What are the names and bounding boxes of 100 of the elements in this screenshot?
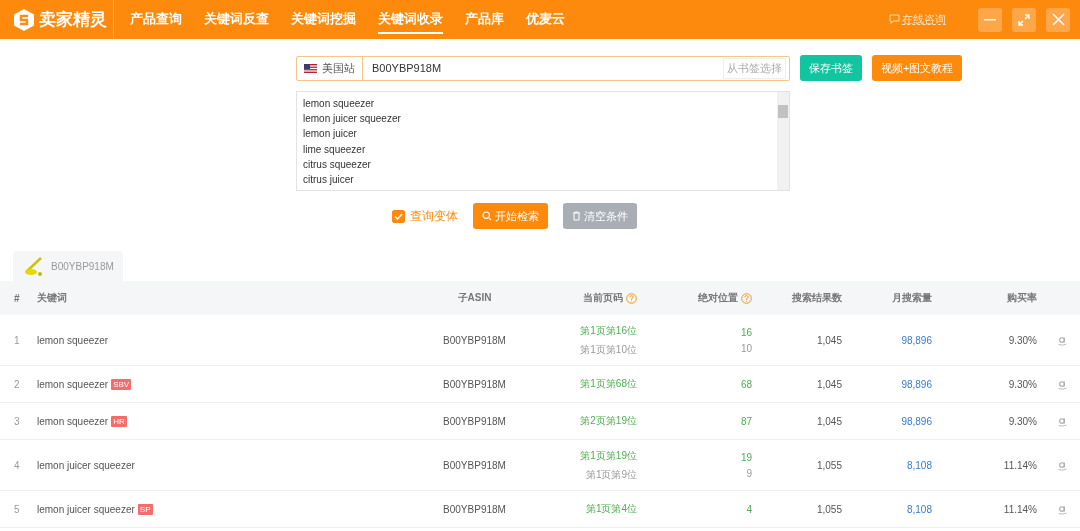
purchase-rate-cell: 9.30% bbox=[1008, 334, 1037, 346]
minimize-icon bbox=[984, 18, 996, 21]
ad-type-tag: SBV bbox=[111, 378, 132, 390]
marketplace-select[interactable]: 美国站 bbox=[297, 56, 363, 80]
monthly-searches-link[interactable]: 98,896 bbox=[901, 415, 932, 427]
result-count-cell: 1,055 bbox=[816, 459, 842, 471]
absolute-position-cell: 4 bbox=[746, 503, 752, 515]
amazon-icon[interactable] bbox=[1058, 459, 1067, 471]
monthly-searches-link[interactable]: 98,896 bbox=[901, 334, 932, 346]
nav-link[interactable]: 产品库 bbox=[465, 5, 504, 34]
keyword-line: lemon juicer bbox=[303, 127, 358, 142]
purchase-rate-cell: 9.30% bbox=[1008, 378, 1037, 390]
asin-search-field[interactable]: 美国站 B00YBP918M 从书签选择 bbox=[296, 55, 790, 81]
absolute-position-cell: 87 bbox=[740, 415, 752, 427]
nav-link[interactable]: 产品查询 bbox=[130, 5, 182, 34]
bookmark-select-button[interactable]: 从书签选择 bbox=[723, 57, 786, 79]
row-number: 2 bbox=[14, 378, 20, 390]
checkbox-icon[interactable] bbox=[392, 209, 405, 223]
tutorial-button[interactable]: 视频+图文教程 bbox=[872, 55, 963, 81]
row-number: 3 bbox=[14, 415, 20, 427]
purchase-rate-cell: 11.14% bbox=[1003, 459, 1037, 471]
absolute-position-cell: 9 bbox=[746, 467, 752, 479]
search-icon bbox=[482, 211, 492, 221]
variant-checkbox[interactable]: 查询变体 bbox=[392, 207, 458, 225]
flag-icon bbox=[304, 63, 317, 73]
expand-icon bbox=[1018, 13, 1030, 26]
scrollbar[interactable] bbox=[777, 92, 789, 190]
trash-icon bbox=[572, 211, 581, 221]
amazon-icon[interactable] bbox=[1058, 415, 1067, 427]
monthly-searches-link[interactable]: 8,108 bbox=[906, 503, 932, 515]
product-tab[interactable]: B00YBP918M bbox=[13, 251, 123, 281]
amazon-icon[interactable] bbox=[1058, 334, 1067, 346]
asin-cell: B00YBP918M bbox=[443, 378, 506, 390]
result-count-cell: 1,045 bbox=[816, 415, 842, 427]
variant-label: 查询变体 bbox=[410, 207, 458, 225]
column-header: 绝对位置 bbox=[698, 291, 738, 305]
result-count-cell: 1,055 bbox=[816, 503, 842, 515]
purchase-rate-cell: 11.14% bbox=[1003, 503, 1037, 515]
page-position-cell: 第2页第19位 bbox=[580, 414, 637, 428]
row-number: 5 bbox=[14, 503, 20, 515]
monthly-searches-link[interactable]: 8,108 bbox=[906, 459, 932, 471]
page-position-cell: 第1页第16位 bbox=[580, 323, 637, 338]
close-icon bbox=[1051, 13, 1065, 26]
save-bookmark-button[interactable]: 保存书签 bbox=[800, 55, 862, 81]
amazon-icon[interactable] bbox=[1058, 378, 1067, 390]
keyword-cell: lemon squeezer bbox=[37, 378, 109, 390]
chat-icon bbox=[889, 14, 900, 25]
asin-cell: B00YBP918M bbox=[443, 334, 506, 346]
close-button[interactable] bbox=[1046, 7, 1070, 32]
keyword-cell: lemon juicer squeezer bbox=[37, 459, 135, 471]
keyword-line: lime squeezer bbox=[303, 142, 367, 157]
ad-type-tag: HR bbox=[111, 415, 127, 427]
keyword-line: lemon juicer squeezer bbox=[303, 112, 402, 127]
result-count-cell: 1,045 bbox=[816, 378, 842, 390]
purchase-rate-cell: 9.30% bbox=[1008, 415, 1037, 427]
asin-cell: B00YBP918M bbox=[443, 503, 506, 515]
column-header: 搜索结果数 bbox=[792, 291, 842, 305]
column-header: 子ASIN bbox=[457, 291, 492, 305]
absolute-position-cell: 19 bbox=[740, 451, 752, 463]
result-count-cell: 1,045 bbox=[816, 334, 842, 346]
keyword-list-field[interactable]: lemon squeezer lemon juicer squeezer lemon juicer lime squeezer citrus squeezer citrus juicer bbox=[296, 91, 790, 191]
column-header: 月搜索量 bbox=[892, 291, 932, 305]
online-consult-link[interactable]: 在线咨询 bbox=[889, 12, 946, 27]
product-asin: B00YBP918M bbox=[51, 260, 114, 272]
page-position-cell: 第1页第9位 bbox=[585, 467, 637, 482]
minimize-button[interactable] bbox=[978, 7, 1002, 32]
row-number: 1 bbox=[14, 334, 20, 346]
asin-cell: B00YBP918M bbox=[443, 415, 506, 427]
amazon-icon[interactable] bbox=[1058, 503, 1067, 515]
help-icon[interactable] bbox=[626, 292, 637, 304]
page-position-cell: 第1页第4位 bbox=[585, 502, 637, 516]
asin-cell: B00YBP918M bbox=[443, 459, 506, 471]
column-header: 购买率 bbox=[1007, 291, 1037, 305]
keyword-line: lemon squeezer bbox=[303, 97, 376, 111]
monthly-searches-link[interactable]: 98,896 bbox=[901, 378, 932, 390]
keyword-cell: lemon squeezer bbox=[37, 415, 109, 427]
page-position-cell: 第1页第68位 bbox=[580, 377, 637, 391]
keyword-line: citrus squeezer bbox=[303, 157, 372, 172]
absolute-position-cell: 68 bbox=[740, 378, 752, 390]
maximize-button[interactable] bbox=[1012, 7, 1036, 32]
column-header: 关键词 bbox=[37, 291, 67, 305]
ad-type-tag: SP bbox=[137, 503, 153, 515]
absolute-position-cell: 16 bbox=[740, 326, 752, 338]
nav-link[interactable]: 关键词收录 bbox=[378, 5, 443, 34]
keyword-line: citrus juicer bbox=[303, 173, 355, 187]
page-position-cell: 第1页第19位 bbox=[580, 448, 637, 463]
row-number: 4 bbox=[14, 459, 20, 471]
nav-link[interactable]: 优麦云 bbox=[526, 5, 565, 34]
keyword-cell: lemon squeezer bbox=[37, 334, 109, 346]
nav-link[interactable]: 关键词挖掘 bbox=[291, 5, 356, 34]
column-header: 当前页码 bbox=[583, 291, 623, 305]
help-icon[interactable] bbox=[741, 292, 752, 304]
brand-name: 卖家精灵 bbox=[39, 9, 107, 31]
column-header: # bbox=[14, 292, 20, 304]
start-search-button[interactable]: 开始检索 bbox=[473, 203, 548, 229]
nav-link[interactable]: 关键词反查 bbox=[204, 5, 269, 34]
keyword-cell: lemon juicer squeezer bbox=[37, 503, 135, 515]
absolute-position-cell: 10 bbox=[740, 342, 752, 354]
page-position-cell: 第1页第10位 bbox=[580, 342, 637, 357]
product-thumbnail-drawing bbox=[23, 255, 45, 277]
